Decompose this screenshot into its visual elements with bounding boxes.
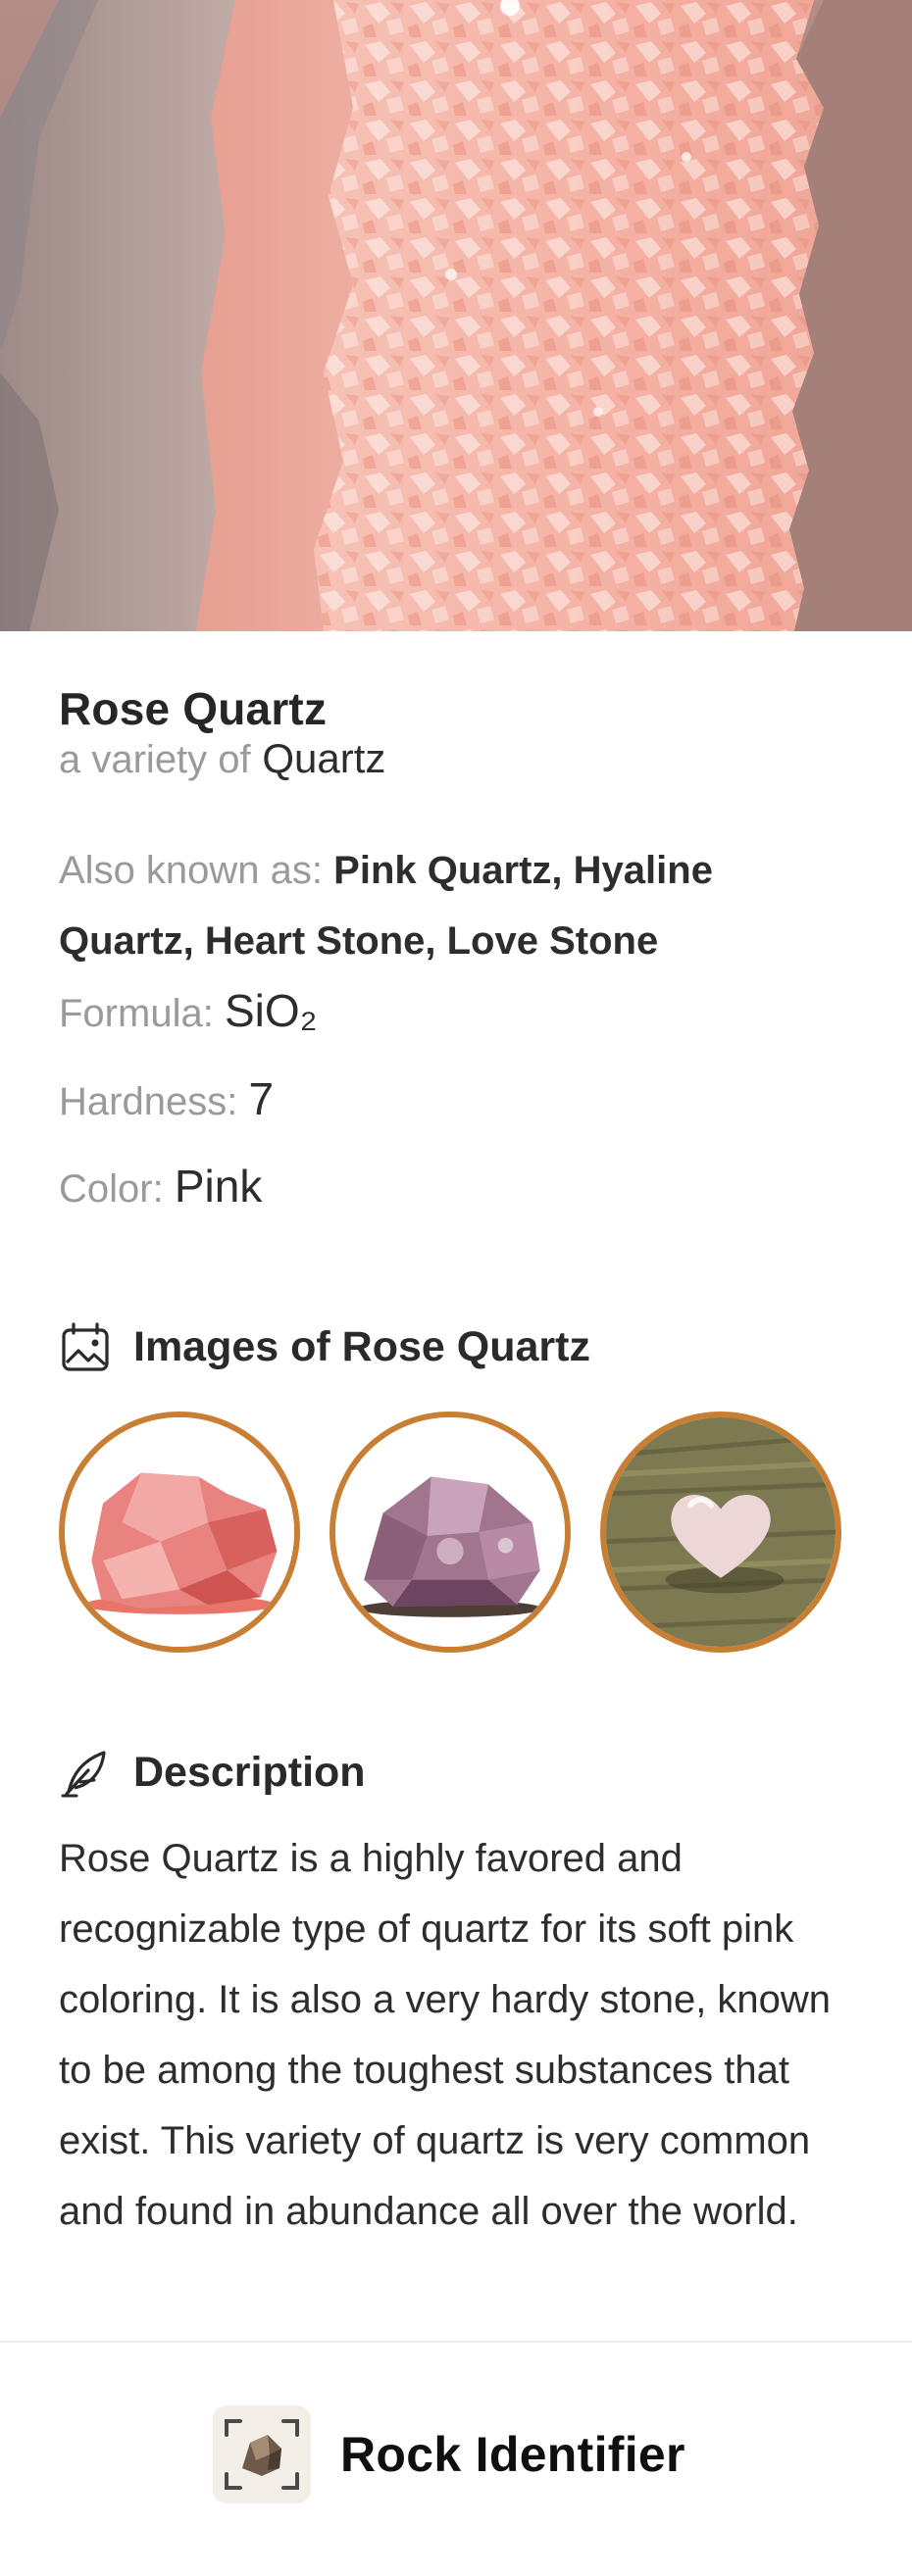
mineral-name: Rose Quartz	[59, 683, 328, 734]
images-section-title: Images of Rose Quartz	[133, 1322, 590, 1370]
hardness-value: 7	[248, 1073, 275, 1124]
variety-parent: Quartz	[262, 735, 386, 781]
thumbnail-image-3[interactable]	[600, 1412, 841, 1653]
description-text: Rose Quartz is a highly favored and reco…	[59, 1837, 832, 2233]
color-value: Pink	[174, 1161, 263, 1212]
image-thumbnails	[59, 1412, 853, 1657]
rose-quartz-crystal-image	[0, 0, 912, 631]
description-section-header: Description	[59, 1743, 366, 1802]
variety-prefix: a variety of	[59, 738, 251, 781]
hero-photo	[0, 0, 912, 631]
app-name: Rock Identifier	[340, 2427, 685, 2482]
gallery-icon	[59, 1319, 114, 1374]
footer-divider	[0, 2341, 912, 2343]
thumbnail-image-1[interactable]	[59, 1412, 300, 1653]
rock-scan-logo-icon	[213, 2405, 311, 2503]
formula-row: Formula: SiO₂	[59, 984, 317, 1037]
formula-value: SiO₂	[224, 985, 318, 1036]
feather-pen-icon	[59, 1745, 114, 1800]
hardness-label: Hardness:	[59, 1080, 238, 1123]
thumbnail-image-2[interactable]	[329, 1412, 571, 1653]
variety-line: a variety of Quartz	[59, 735, 385, 782]
rock-detail-page: Rose Quartz a variety of Quartz Also kno…	[0, 0, 912, 2576]
aka-label: Also known as:	[59, 849, 324, 892]
also-known-as: Also known as: Pink Quartz, Hyaline Quar…	[59, 835, 853, 976]
color-label: Color:	[59, 1167, 164, 1211]
hardness-row: Hardness: 7	[59, 1072, 274, 1125]
app-branding: Rock Identifier	[213, 2405, 685, 2503]
description-section-title: Description	[133, 1748, 366, 1796]
formula-label: Formula:	[59, 992, 214, 1035]
images-section-header: Images of Rose Quartz	[59, 1317, 590, 1376]
color-row: Color: Pink	[59, 1160, 262, 1213]
